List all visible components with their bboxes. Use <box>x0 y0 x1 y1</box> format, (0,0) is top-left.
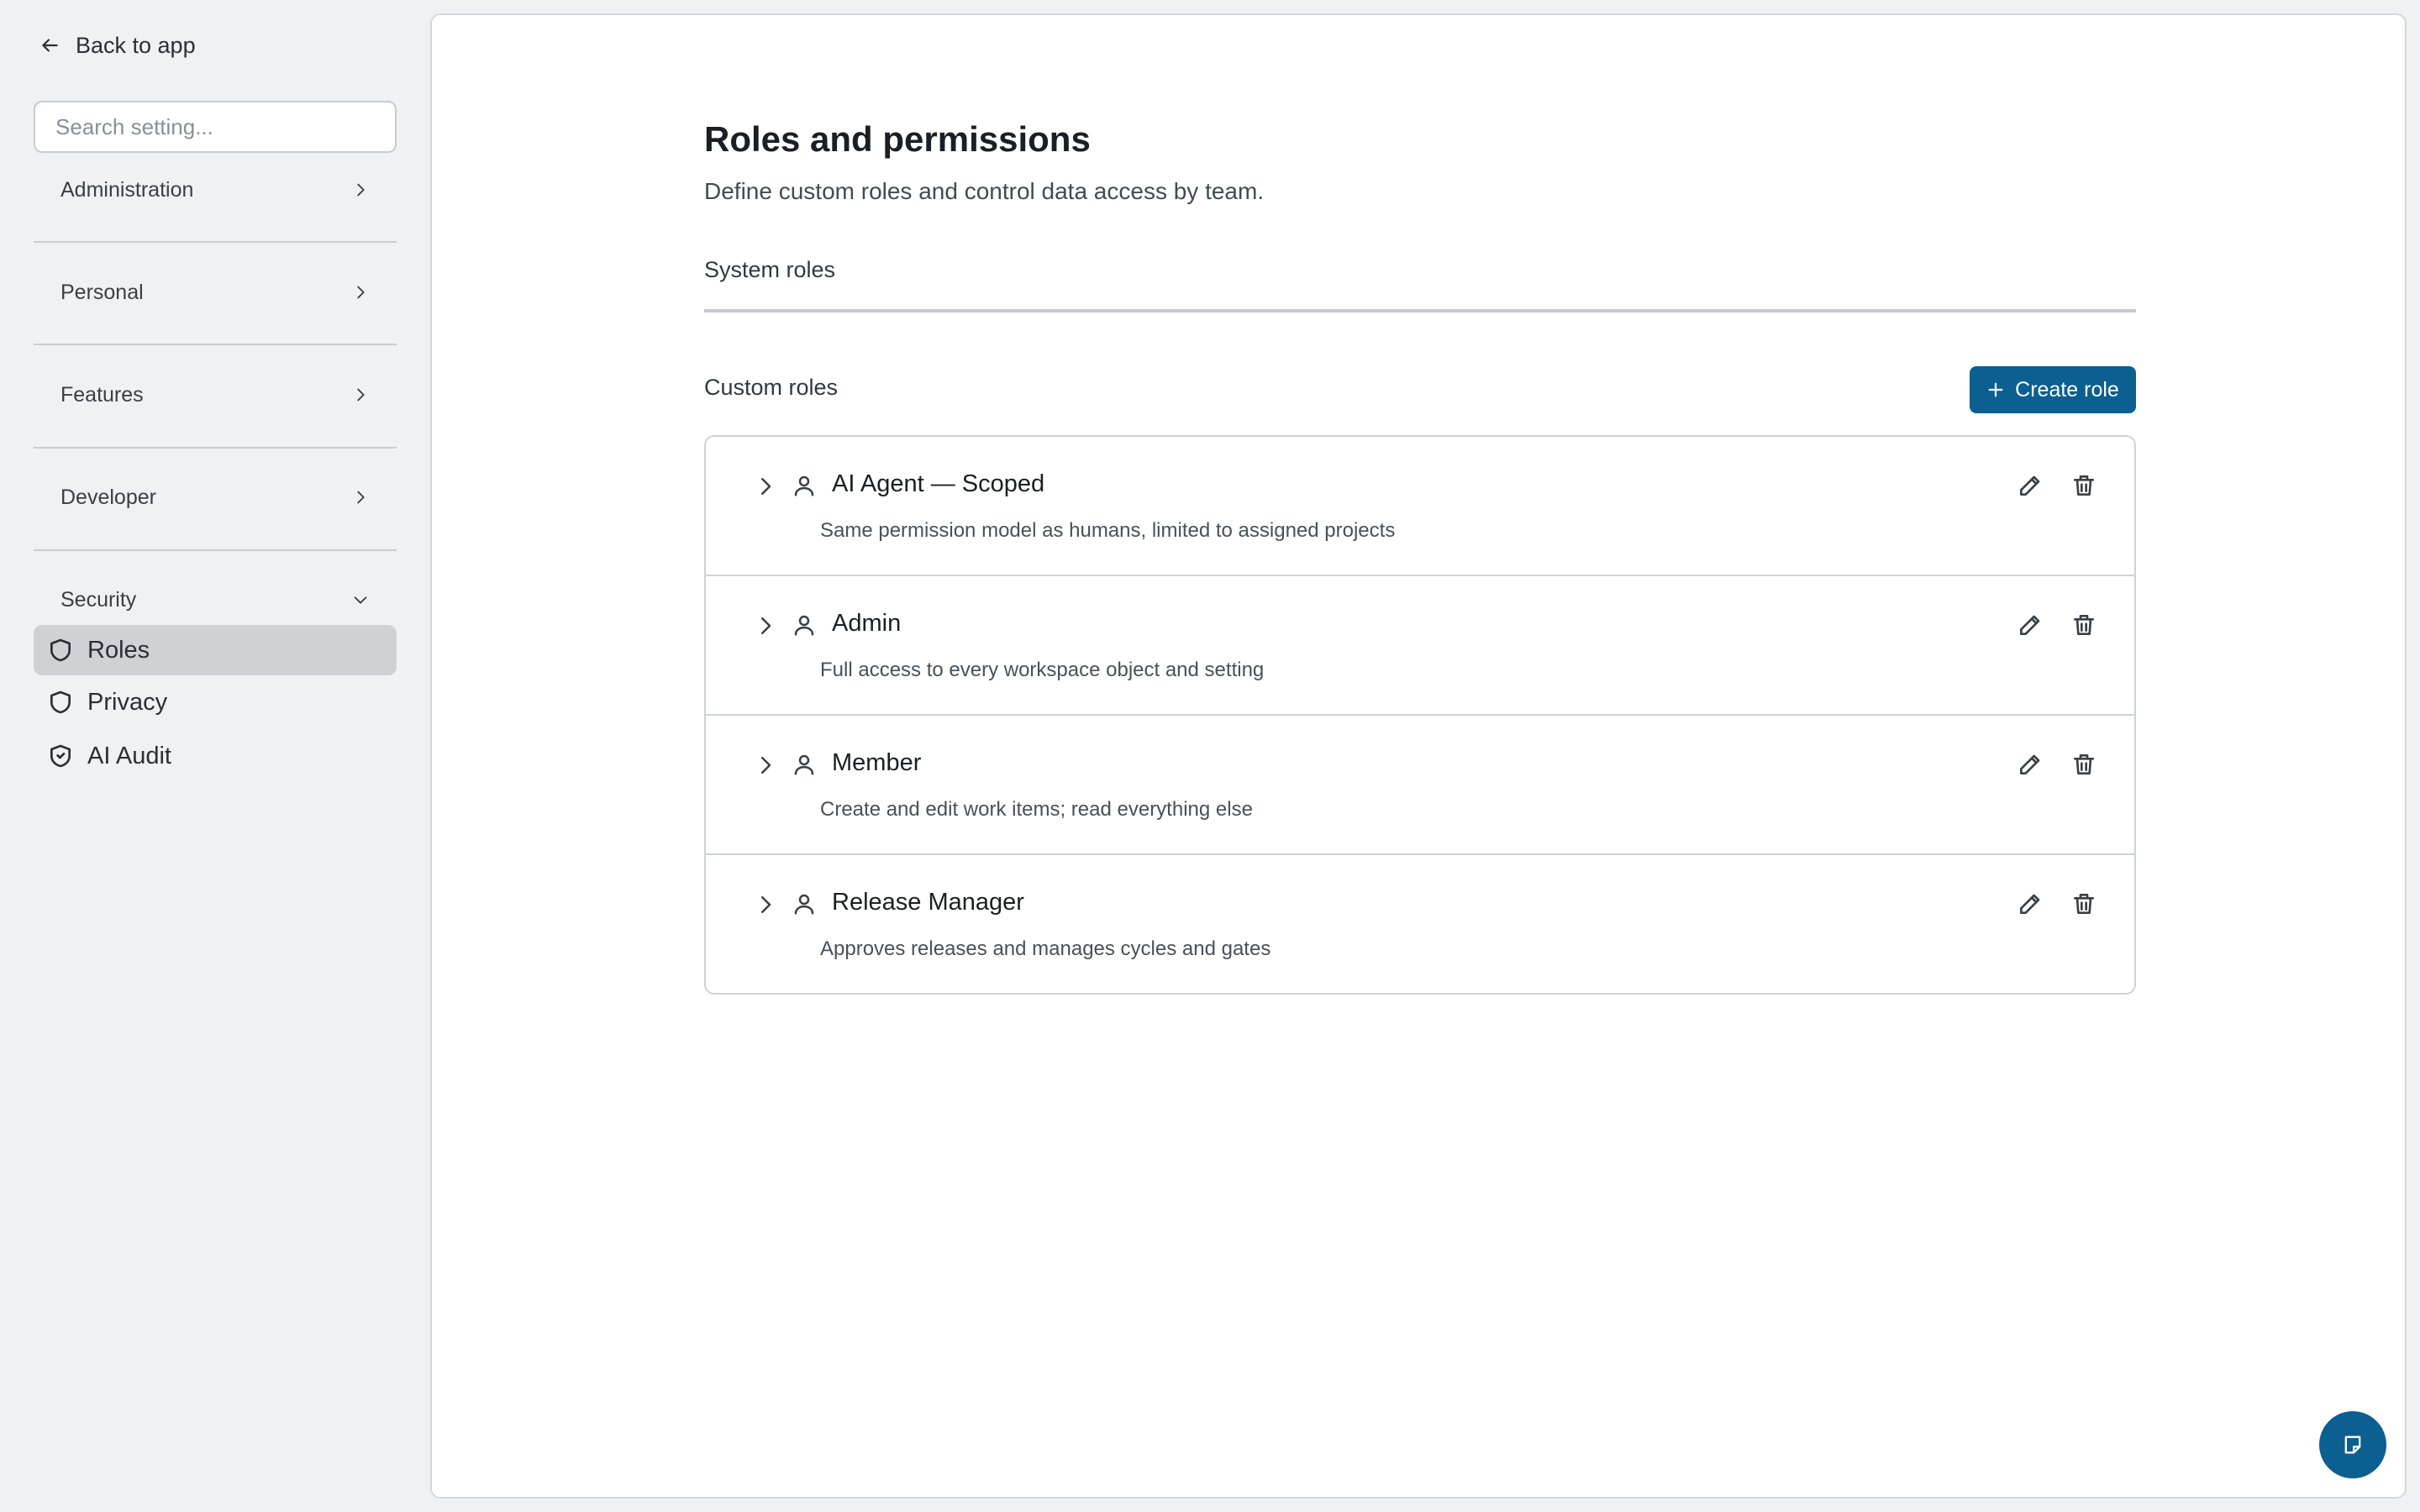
person-icon <box>794 754 814 775</box>
section-label: Personal <box>60 280 144 304</box>
chevron-right-icon <box>357 183 365 197</box>
chevron-right-icon[interactable] <box>753 892 778 917</box>
role-name: Member <box>832 749 922 776</box>
section-divider <box>34 447 397 449</box>
section-features[interactable]: Features <box>34 370 397 420</box>
section-administration[interactable]: Administration <box>34 165 397 215</box>
sidebar-item-ai-audit[interactable]: AI Audit <box>34 731 397 781</box>
role-description: Full access to every workspace object an… <box>820 659 1265 681</box>
create-role-button[interactable]: Create role <box>1970 366 2136 413</box>
page-subtitle: Define custom roles and control data acc… <box>704 178 1265 204</box>
sidebar-item-label: Privacy <box>87 688 168 716</box>
note-icon <box>2344 1436 2361 1454</box>
section-personal[interactable]: Personal <box>34 267 397 318</box>
role-name: AI Agent — Scoped <box>832 470 1045 497</box>
chevron-right-icon <box>357 491 365 504</box>
custom-roles-list: AI Agent — Scoped Same permission model … <box>704 435 2136 995</box>
sidebar-item-privacy[interactable]: Privacy <box>34 677 397 727</box>
shield-check-icon <box>50 744 71 768</box>
sidebar-item-roles[interactable]: Roles <box>34 625 397 675</box>
trash-icon[interactable] <box>2070 890 2097 917</box>
create-role-label: Create role <box>2015 377 2119 402</box>
custom-roles-heading: Custom roles <box>704 375 839 400</box>
section-security[interactable]: Security <box>34 575 397 625</box>
section-developer[interactable]: Developer <box>34 472 397 522</box>
page-title: Roles and permissions <box>704 119 1091 159</box>
role-name: Release Manager <box>832 889 1024 916</box>
role-row: AI Agent — Scoped Same permission model … <box>706 437 2134 576</box>
pencil-icon[interactable] <box>2017 890 2044 917</box>
person-icon <box>794 894 814 915</box>
chevron-right-icon[interactable] <box>753 613 778 638</box>
chevron-down-icon <box>354 596 367 604</box>
chevron-right-icon <box>357 286 365 299</box>
sidebar-item-label: AI Audit <box>87 742 171 769</box>
chevron-right-icon <box>357 388 365 402</box>
section-divider <box>34 241 397 243</box>
role-row: Member Create and edit work items; read … <box>706 716 2134 855</box>
pencil-icon[interactable] <box>2017 751 2044 778</box>
section-divider <box>34 549 397 551</box>
search-settings-input[interactable] <box>34 101 397 153</box>
shield-icon <box>50 690 71 714</box>
role-name: Admin <box>832 610 902 637</box>
trash-icon[interactable] <box>2070 751 2097 778</box>
arrow-left-icon <box>42 39 58 52</box>
back-to-app-label: Back to app <box>76 32 196 58</box>
trash-icon[interactable] <box>2070 612 2097 638</box>
plus-icon <box>1988 382 2003 397</box>
person-icon <box>794 615 814 636</box>
floating-note-button[interactable] <box>2319 1411 2386 1478</box>
trash-icon[interactable] <box>2070 472 2097 499</box>
role-description: Same permission model as humans, limited… <box>820 519 1396 542</box>
role-description: Approves releases and manages cycles and… <box>820 937 1271 960</box>
system-roles-divider <box>704 309 2136 312</box>
settings-sidebar: Back to app Administration Personal Feat… <box>0 0 430 1512</box>
chevron-right-icon[interactable] <box>753 753 778 778</box>
person-icon <box>794 475 814 496</box>
system-roles-heading: System roles <box>704 257 836 282</box>
role-row: Release Manager Approves releases and ma… <box>706 855 2134 993</box>
sidebar-item-label: Roles <box>87 636 150 664</box>
back-to-app-link[interactable]: Back to app <box>39 29 196 62</box>
shield-icon <box>50 638 71 662</box>
section-label: Developer <box>60 485 156 509</box>
main-panel: Roles and permissions Define custom role… <box>430 13 2407 1499</box>
section-label: Administration <box>60 177 194 202</box>
section-divider <box>34 344 397 345</box>
section-label: Features <box>60 382 144 407</box>
section-label: Security <box>60 587 137 612</box>
role-description: Create and edit work items; read everyth… <box>820 798 1253 821</box>
pencil-icon[interactable] <box>2017 612 2044 638</box>
pencil-icon[interactable] <box>2017 472 2044 499</box>
chevron-right-icon[interactable] <box>753 474 778 499</box>
role-row: Admin Full access to every workspace obj… <box>706 576 2134 716</box>
